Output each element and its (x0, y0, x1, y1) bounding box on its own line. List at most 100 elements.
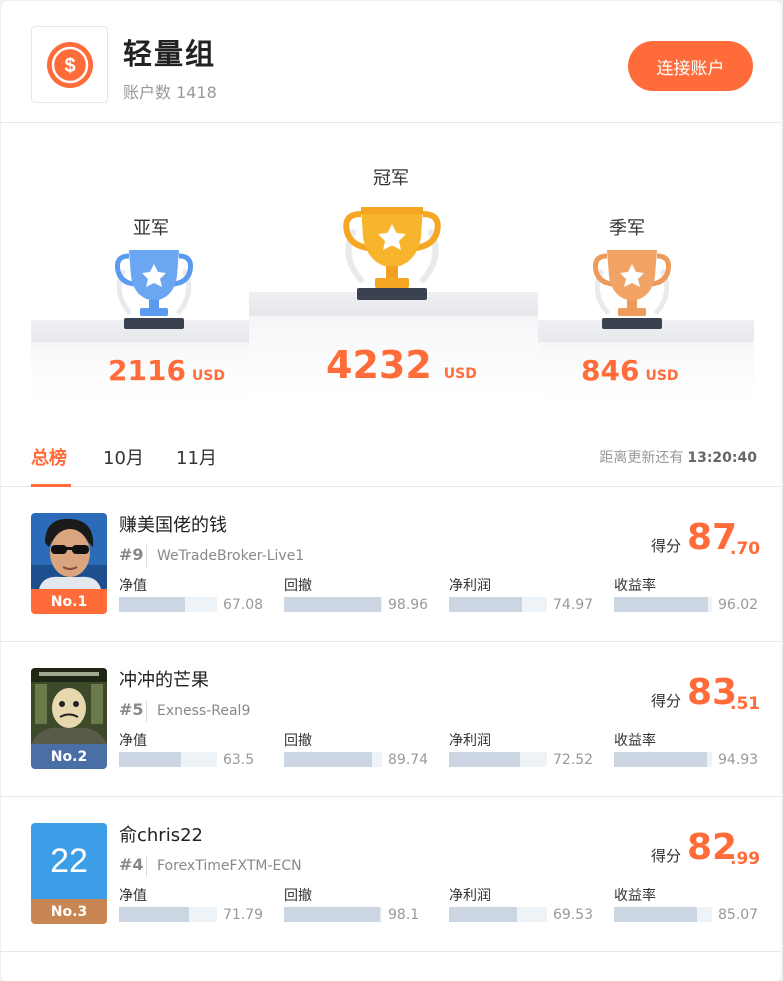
third-place-prize: 846 USD (581, 354, 679, 387)
rank-tag: No.3 (31, 899, 107, 924)
metric-label: 收益率 (614, 733, 656, 749)
metric-value: 98.96 (388, 597, 429, 613)
score-decimal: .99 (730, 849, 761, 869)
metric-bar (614, 597, 712, 612)
group-title: 轻量组 (123, 37, 217, 71)
username[interactable]: 冲冲的芒果 (119, 666, 209, 692)
metric-bar (119, 597, 217, 612)
metric-label: 净利润 (449, 578, 491, 594)
rank-number: #9 (119, 545, 144, 564)
rank-number: #4 (119, 855, 144, 874)
avatar: No.2 (31, 668, 107, 769)
tab-october[interactable]: 10月 (103, 444, 144, 470)
tab-overall[interactable]: 总榜 (31, 444, 67, 470)
silver-trophy-icon (115, 250, 193, 329)
metric-label: 回撤 (284, 733, 312, 749)
metric-value: 69.53 (553, 907, 594, 923)
third-place-label: 季军 (609, 218, 645, 239)
metric-drawdown: 回撤 98.96 (284, 575, 429, 615)
leaderboard-row[interactable]: No.2 冲冲的芒果 #5 Exness-Real9 得分 83 .51 净值 … (1, 642, 781, 797)
score-label: 得分 (651, 537, 682, 555)
metric-bar-fill (614, 597, 709, 612)
metric-value: 94.93 (718, 752, 759, 768)
metric-value: 71.79 (223, 907, 264, 923)
score-label: 得分 (651, 692, 682, 710)
metric-equity: 净值 67.08 (119, 575, 264, 615)
metric-bar-fill (119, 597, 185, 612)
podium: 冠军 亚军 季军 2116 USD 4232 USD 846 USD (1, 124, 781, 414)
metric-bar-fill (284, 907, 381, 922)
score-label: 得分 (651, 847, 682, 865)
third-place-amount: 846 (581, 354, 640, 387)
broker-server: WeTradeBroker-Live1 (157, 548, 305, 564)
avatar: 22 No.3 (31, 823, 107, 924)
broker-server: Exness-Real9 (157, 703, 251, 719)
metric-bar (119, 752, 217, 767)
divider (146, 700, 147, 722)
broker-server: ForexTimeFXTM-ECN (157, 858, 302, 874)
metric-label: 净利润 (449, 888, 491, 904)
divider (146, 545, 147, 567)
metric-label: 回撤 (284, 578, 312, 594)
metric-value: 67.08 (223, 597, 264, 613)
gold-trophy-icon (343, 207, 441, 300)
metric-bar-fill (614, 907, 698, 922)
metric-bar-fill (449, 907, 518, 922)
metric-bar-fill (449, 752, 521, 767)
metric-value: 98.1 (388, 907, 420, 923)
bronze-trophy-icon (593, 250, 671, 329)
metric-bar-fill (119, 752, 182, 767)
champion-label: 冠军 (373, 168, 409, 189)
metric-value: 74.97 (553, 597, 594, 613)
metric-label: 净值 (119, 733, 147, 749)
connect-account-button[interactable]: 连接账户 (628, 41, 753, 91)
metric-bar (449, 597, 547, 612)
runner-up-prize: 2116 USD (108, 354, 225, 387)
user-photo-icon (31, 668, 107, 744)
divider (146, 855, 147, 877)
metric-bar-fill (614, 752, 708, 767)
username[interactable]: 俞chris22 (119, 821, 203, 847)
metric-bar (449, 752, 547, 767)
metric-label: 回撤 (284, 888, 312, 904)
dollar-coin-icon: $ (47, 42, 93, 88)
metric-bar (284, 597, 382, 612)
metric-bar (284, 752, 382, 767)
avatar-initials: 22 (31, 823, 107, 899)
metric-bar-fill (449, 597, 523, 612)
metric-label: 收益率 (614, 888, 656, 904)
leaderboard-row[interactable]: No.1 赚美国佬的钱 #9 WeTradeBroker-Live1 得分 87… (1, 487, 781, 642)
update-countdown: 距离更新还有 13:20:40 (599, 447, 757, 467)
username[interactable]: 赚美国佬的钱 (119, 511, 227, 537)
metric-equity: 净值 63.5 (119, 730, 264, 770)
score-decimal: .70 (730, 539, 761, 559)
champion-amount: 4232 (326, 343, 432, 387)
metric-bar (119, 907, 217, 922)
user-photo-icon (31, 513, 107, 589)
champion-unit: USD (443, 366, 477, 382)
metric-label: 收益率 (614, 578, 656, 594)
rank-tag: No.1 (31, 589, 107, 614)
countdown-label: 距离更新还有 (599, 450, 684, 466)
metric-value: 89.74 (388, 752, 429, 768)
metric-label: 净利润 (449, 733, 491, 749)
metric-equity: 净值 71.79 (119, 885, 264, 925)
third-place-unit: USD (645, 368, 679, 384)
leaderboard-row[interactable]: 22 No.3 俞chris22 #4 ForexTimeFXTM-ECN 得分… (1, 797, 781, 952)
metric-value: 96.02 (718, 597, 759, 613)
score-decimal: .51 (730, 694, 761, 714)
metric-net-profit: 净利润 74.97 (449, 575, 594, 615)
metric-bar-fill (284, 597, 381, 612)
metric-return-rate: 收益率 85.07 (614, 885, 759, 925)
group-logo: $ (31, 26, 108, 103)
metric-return-rate: 收益率 94.93 (614, 730, 759, 770)
metric-bar (614, 752, 712, 767)
account-count: 账户数 1418 (123, 83, 217, 102)
group-header: $ 轻量组 账户数 1418 连接账户 (1, 1, 781, 123)
metric-net-profit: 净利润 72.52 (449, 730, 594, 770)
svg-text:$: $ (64, 55, 75, 77)
metric-bar (614, 907, 712, 922)
tab-november[interactable]: 11月 (176, 444, 217, 470)
metric-drawdown: 回撤 89.74 (284, 730, 429, 770)
metric-label: 净值 (119, 578, 147, 594)
